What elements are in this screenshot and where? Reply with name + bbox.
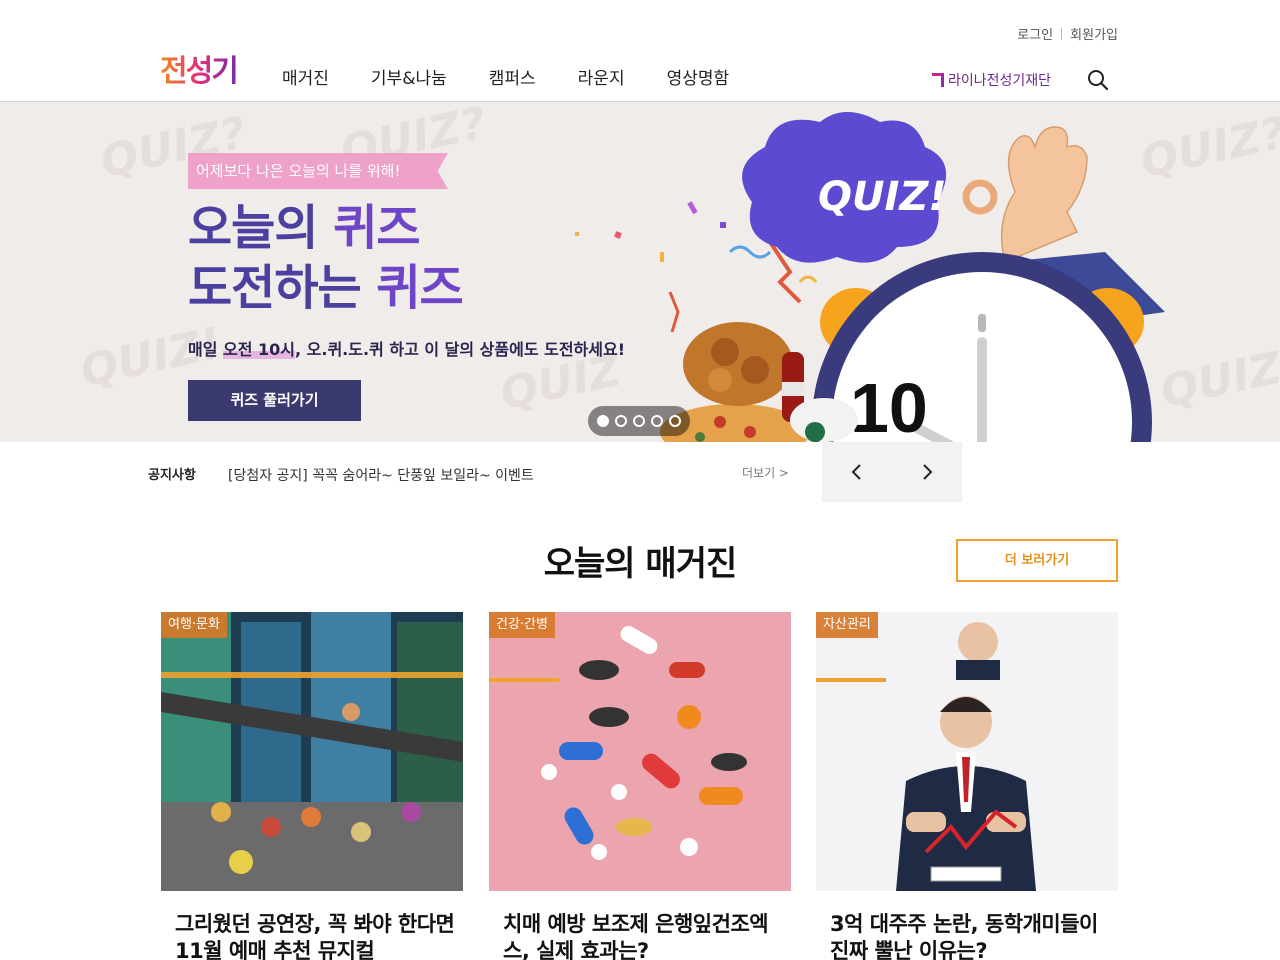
slide-dot-5[interactable] <box>669 415 681 427</box>
hero-title-accent2: 퀴즈 <box>376 260 463 316</box>
next-slide-button[interactable] <box>892 442 962 502</box>
hero-title-accent1: 퀴즈 <box>333 200 420 256</box>
foundation-label: 라이나전성기재단 <box>948 73 1052 89</box>
hero-title: 오늘의 퀴즈 도전하는 퀴즈 <box>188 198 464 318</box>
magazine-card[interactable]: 건강·간병 치매 예방 보조제 은행잎건조엑스, 실제 효과는? <box>489 612 791 960</box>
signup-link[interactable]: 회원가입 <box>1070 24 1118 43</box>
site-header: 로그인 회원가입 전성기 매거진 기부&나눔 캠퍼스 라운지 영상명함 라이나전… <box>0 0 1280 102</box>
slide-dot-4[interactable] <box>651 415 663 427</box>
quiz-cta-button[interactable]: 퀴즈 풀러가기 <box>188 380 361 421</box>
notice-text[interactable]: [당첨자 공지] 꼭꼭 숨어라~ 단풍잎 보일라~ 이벤트 <box>228 465 534 485</box>
main-nav: 매거진 기부&나눔 캠퍼스 라운지 영상명함 <box>282 64 771 89</box>
magazine-more-button[interactable]: 더 보러가기 <box>956 539 1118 582</box>
card-title[interactable]: 그리웠던 공연장, 꼭 봐야 한다면 11월 예매 추천 뮤지컬 <box>161 911 461 960</box>
card-category-badge: 건강·간병 <box>489 612 555 638</box>
util-links: 로그인 회원가입 <box>1017 24 1118 43</box>
util-divider <box>1061 27 1063 40</box>
card-category-badge: 자산관리 <box>816 612 878 638</box>
foundation-link[interactable]: 라이나전성기재단 <box>932 70 1051 90</box>
card-thumbnail[interactable]: 여행·문화 <box>161 612 463 891</box>
nav-campus[interactable]: 캠퍼스 <box>489 64 536 89</box>
notice-bar: 공지사항 [당첨자 공지] 꼭꼭 숨어라~ 단풍잎 보일라~ 이벤트 더보기 > <box>0 442 1280 502</box>
musical-stage-image <box>161 612 463 891</box>
magazine-card[interactable]: 자산관리 3억 대주주 논란, 동학개미들이 진짜 뿔난 이유는? <box>816 612 1118 960</box>
hero-title-line2: 도전하는 <box>188 260 377 316</box>
slide-indicator <box>588 406 690 436</box>
notice-more-link[interactable]: 더보기 > <box>742 464 789 481</box>
hero-title-line1: 오늘의 <box>188 200 334 256</box>
card-category-badge: 여행·문화 <box>161 612 227 638</box>
pills-image <box>489 612 791 891</box>
clock-number: 10 <box>850 369 928 442</box>
search-icon[interactable] <box>1086 68 1110 92</box>
hero-subtitle-highlight: 오전 10시 <box>223 340 296 359</box>
chevron-left-icon <box>851 464 861 480</box>
presenter-image <box>816 612 1118 891</box>
chevron-right-icon <box>923 464 933 480</box>
ok-hand <box>1000 126 1088 264</box>
foundation-logo-icon <box>932 73 944 87</box>
hero-subtitle-a: 매일 <box>188 340 224 359</box>
card-thumbnail[interactable]: 건강·간병 <box>489 612 791 891</box>
magazine-card[interactable]: 여행·문화 그리웠던 공연장, 꼭 봐야 한다면 11월 예매 추천 뮤지컬 <box>161 612 463 960</box>
slide-dot-1[interactable] <box>597 415 609 427</box>
slide-dot-2[interactable] <box>615 415 627 427</box>
login-link[interactable]: 로그인 <box>1017 24 1053 43</box>
nav-donation[interactable]: 기부&나눔 <box>371 64 447 89</box>
quiz-bubble-text: QUIZ! <box>818 174 947 220</box>
site-logo[interactable]: 전성기 <box>160 46 239 90</box>
card-thumbnail[interactable]: 자산관리 <box>816 612 1118 891</box>
hero-tag: 어제보다 나은 오늘의 나를 위해! <box>188 153 448 189</box>
hero-banner[interactable]: QUIZ? QUIZ? QUIZ! QUIZ QUIZ? QUIZ? 어제보다 … <box>0 102 1280 442</box>
page: 로그인 회원가입 전성기 매거진 기부&나눔 캠퍼스 라운지 영상명함 라이나전… <box>0 0 1280 960</box>
slide-dot-3[interactable] <box>633 415 645 427</box>
notice-label: 공지사항 <box>148 468 196 483</box>
nav-video-card[interactable]: 영상명함 <box>667 64 730 89</box>
card-title[interactable]: 3억 대주주 논란, 동학개미들이 진짜 뿔난 이유는? <box>816 911 1116 960</box>
nav-lounge[interactable]: 라운지 <box>578 64 625 89</box>
nav-magazine[interactable]: 매거진 <box>282 64 329 89</box>
prev-slide-button[interactable] <box>822 442 892 502</box>
card-title[interactable]: 치매 예방 보조제 은행잎건조엑스, 실제 효과는? <box>489 911 789 960</box>
quiz-clock-illustration: QUIZ! 10 <box>575 112 1165 442</box>
